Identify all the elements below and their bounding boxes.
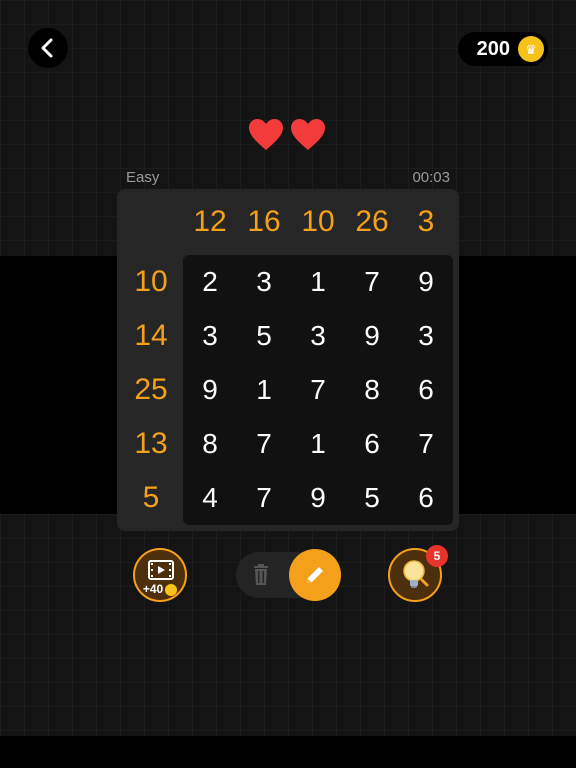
grid-cell[interactable]: 5 [237,309,291,363]
row-sum: 14 [134,319,168,352]
coin-count: 200 [476,37,510,60]
coin-icon [165,583,178,596]
grid-cell[interactable]: 7 [237,471,291,525]
grid-cell[interactable]: 3 [183,309,237,363]
grid-cell[interactable]: 9 [291,471,345,525]
lightbulb-icon [403,560,429,588]
row-sum: 13 [134,427,168,460]
column-sum: 10 [301,205,335,238]
column-sum: 12 [193,205,227,238]
grid-cell[interactable]: 6 [399,471,453,525]
grid-cell[interactable]: 3 [291,309,345,363]
grid-cell[interactable]: 1 [291,255,345,309]
video-reward: +40 [135,582,185,596]
chevron-left-icon [41,38,53,58]
grid-cell[interactable]: 3 [237,255,291,309]
grid-cell[interactable]: 4 [183,471,237,525]
back-button[interactable] [28,28,68,68]
pencil-button[interactable] [289,549,341,601]
grid-cell[interactable]: 1 [291,417,345,471]
grid-cell[interactable]: 8 [183,417,237,471]
crown-coin-icon: ♛ [518,36,544,62]
grid-cell[interactable]: 9 [345,309,399,363]
grid-cell[interactable]: 2 [183,255,237,309]
grid-cell[interactable]: 5 [345,471,399,525]
column-sum: 3 [417,205,435,238]
heart-icon [291,119,325,150]
erase-button[interactable] [244,560,278,590]
grid-cell[interactable]: 9 [183,363,237,417]
pencil-icon [307,567,323,583]
grid-cell[interactable]: 6 [345,417,399,471]
grid-cell[interactable]: 9 [399,255,453,309]
grid-cell[interactable]: 7 [399,417,453,471]
film-play-icon [148,560,174,580]
grid-cell[interactable]: 7 [345,255,399,309]
column-sum: 16 [247,205,281,238]
grid-cell[interactable]: 1 [237,363,291,417]
column-sum: 26 [355,205,389,238]
coin-balance[interactable]: 200 ♛ [458,32,548,66]
grid-cell[interactable]: 3 [399,309,453,363]
hint-count-badge: 5 [426,545,448,567]
row-sum: 25 [134,373,168,406]
row-sum: 5 [142,481,160,514]
heart-icon [249,119,283,150]
grid-cell[interactable]: 6 [399,363,453,417]
difficulty-label: Easy [126,169,160,186]
background-bottom [0,514,576,736]
timer: 00:03 [412,169,450,186]
row-sum: 10 [134,265,168,298]
number-grid: 2 3 1 7 9 3 5 3 9 3 9 1 7 8 6 8 7 1 6 7 … [183,255,453,525]
video-reward-amount: +40 [142,582,164,596]
grid-cell[interactable]: 8 [345,363,399,417]
lives [248,118,328,154]
watch-video-button[interactable]: +40 [133,548,187,602]
grid-cell[interactable]: 7 [291,363,345,417]
grid-cell[interactable]: 7 [237,417,291,471]
trash-icon [254,564,268,585]
